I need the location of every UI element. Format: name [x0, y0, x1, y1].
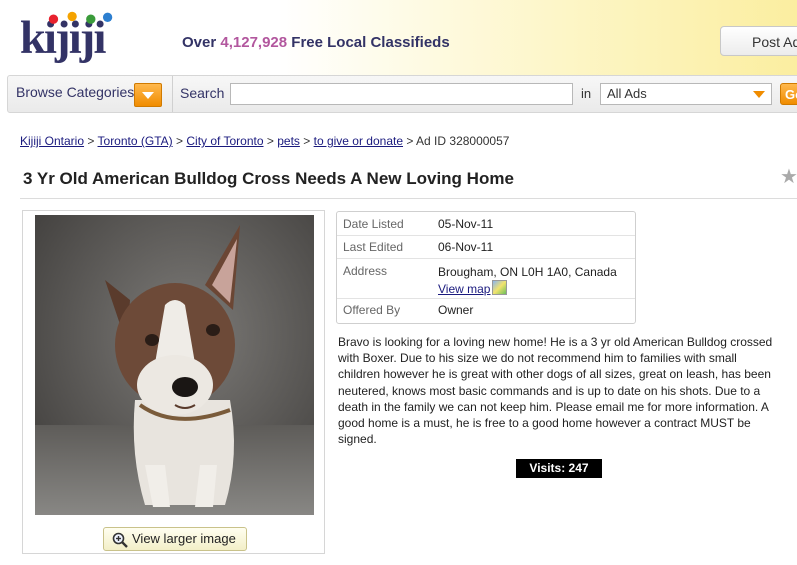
search-input[interactable] — [230, 83, 573, 105]
browse-categories-dropdown-icon[interactable] — [134, 83, 162, 107]
detail-value: Brougham, ON L0H 1A0, Canada View map — [438, 264, 617, 297]
detail-value: 05-Nov-11 — [438, 217, 494, 231]
detail-value: 06-Nov-11 — [438, 240, 494, 254]
tagline-suffix: Free Local Classifieds — [291, 34, 450, 51]
detail-row-date-listed: Date Listed 05-Nov-11 — [337, 212, 635, 236]
breadcrumb-ad-id: Ad ID 328000057 — [416, 134, 510, 148]
category-select[interactable]: All Ads — [600, 83, 772, 105]
star-icon[interactable]: ★ — [780, 164, 797, 189]
search-label: Search — [180, 85, 225, 101]
search-bar: Browse Categories Search in All Ads Go — [7, 75, 797, 113]
map-icon[interactable] — [492, 280, 508, 295]
detail-label: Address — [343, 264, 388, 278]
address-text: Brougham, ON L0H 1A0, Canada — [438, 265, 617, 279]
view-map-link[interactable]: View map — [438, 282, 490, 296]
dog-photo-image — [35, 215, 314, 515]
detail-label: Date Listed — [343, 217, 404, 231]
view-larger-image-button[interactable]: View larger image — [103, 527, 247, 551]
breadcrumb-city-of-toronto[interactable]: City of Toronto — [186, 134, 263, 148]
divider — [172, 76, 173, 112]
magnifier-icon — [112, 532, 128, 548]
chevron-down-icon — [753, 91, 765, 98]
post-ad-button[interactable]: Post Ad — [720, 26, 797, 56]
kijiji-logo[interactable]: kijiji — [14, 8, 134, 64]
breadcrumb-separator: > — [266, 134, 274, 148]
go-button[interactable]: Go — [780, 83, 797, 105]
breadcrumb-pets[interactable]: pets — [277, 134, 300, 148]
breadcrumb-separator: > — [176, 134, 184, 148]
detail-label: Last Edited — [343, 240, 404, 254]
detail-value: Owner — [438, 303, 474, 317]
ad-description: Bravo is looking for a loving new home! … — [338, 335, 773, 447]
tagline: Over 4,127,928 Free Local Classifieds — [182, 34, 450, 51]
breadcrumb-separator: > — [406, 134, 414, 148]
breadcrumb-separator: > — [87, 134, 95, 148]
detail-row-address: Address Brougham, ON L0H 1A0, Canada Vie… — [337, 258, 635, 299]
ad-photo[interactable] — [35, 215, 314, 515]
in-label: in — [581, 86, 592, 101]
ad-title: 3 Yr Old American Bulldog Cross Needs A … — [23, 169, 514, 188]
go-label: Go — [785, 87, 797, 102]
site-header: kijiji Over 4,127,928 Free Local Classif… — [0, 0, 797, 75]
detail-label: Offered By — [343, 303, 401, 317]
ad-details-table: Date Listed 05-Nov-11 Last Edited 06-Nov… — [336, 211, 636, 324]
breadcrumb-separator: > — [303, 134, 311, 148]
tagline-prefix: Over — [182, 34, 217, 51]
detail-row-offered-by: Offered By Owner — [337, 298, 635, 323]
breadcrumb-toronto-gta[interactable]: Toronto (GTA) — [98, 134, 173, 148]
visits-counter: Visits: 247 — [516, 459, 602, 478]
breadcrumb-kijiji-ontario[interactable]: Kijiji Ontario — [20, 134, 84, 148]
photo-panel: View larger image — [22, 210, 325, 554]
listing-count: 4,127,928 — [220, 34, 288, 51]
detail-row-last-edited: Last Edited 06-Nov-11 — [337, 235, 635, 259]
breadcrumb: Kijiji Ontario > Toronto (GTA) > City of… — [20, 134, 509, 148]
category-selected-value: All Ads — [607, 86, 647, 101]
view-larger-label: View larger image — [132, 531, 236, 546]
breadcrumb-to-give-or-donate[interactable]: to give or donate — [314, 134, 403, 148]
post-ad-label: Post Ad — [752, 34, 797, 50]
browse-categories-link[interactable]: Browse Categories — [16, 84, 134, 100]
divider — [20, 198, 797, 199]
